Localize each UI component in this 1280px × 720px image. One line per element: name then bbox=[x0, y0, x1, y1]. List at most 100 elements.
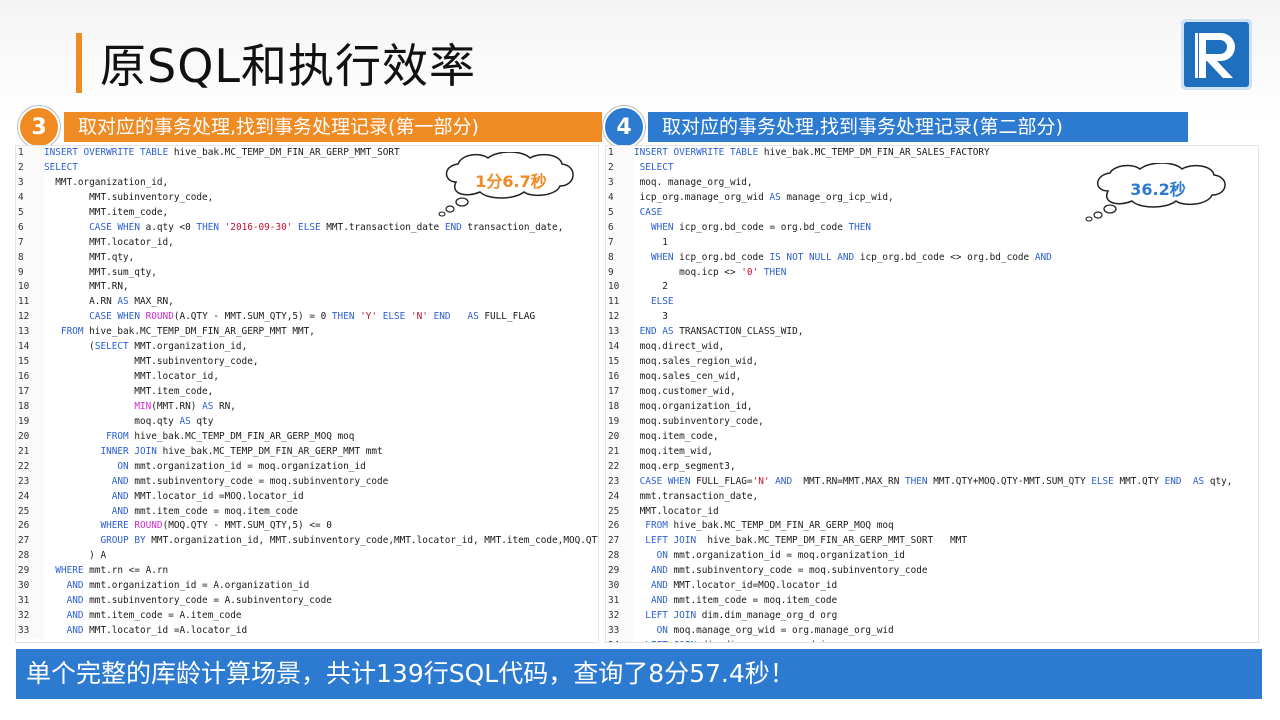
line-number: 32 bbox=[16, 609, 44, 624]
line-number: 29 bbox=[16, 564, 44, 580]
timing-cloud-left: 1分6.7秒 bbox=[436, 152, 586, 217]
code-line: 7 MMT.locator_id, bbox=[16, 235, 598, 251]
code-text: ON mmt.organization_id = moq.organizatio… bbox=[656, 550, 905, 562]
line-number: 4 bbox=[16, 190, 44, 206]
line-number: 18 bbox=[606, 399, 634, 415]
line-number: 3 bbox=[16, 175, 44, 191]
line-number: 25 bbox=[16, 504, 44, 520]
code-text: MIN(MMT.RN) AS RN, bbox=[134, 400, 236, 412]
line-number: 2 bbox=[606, 160, 634, 176]
code-line: 24 mmt.transaction_date, bbox=[606, 489, 1258, 505]
line-number: 23 bbox=[16, 474, 44, 490]
line-number: 19 bbox=[606, 414, 634, 430]
code-text: AND mmt.subinventory_code = moq.subinven… bbox=[650, 565, 928, 577]
code-text: INNER JOIN hive_bak.MC_TEMP_DM_FIN_AR_GE… bbox=[100, 445, 383, 457]
code-text: AND MMT.locator_id =MOQ.locator_id bbox=[111, 490, 304, 502]
section-label-right: 取对应的事务处理,找到事务处理记录(第二部分) bbox=[648, 112, 1188, 142]
line-number: 24 bbox=[606, 489, 634, 505]
line-number: 1 bbox=[16, 146, 44, 161]
timing-value-right: 36.2秒 bbox=[1130, 180, 1186, 199]
code-text: moq.subinventory_code, bbox=[634, 415, 764, 427]
line-number: 3 bbox=[606, 175, 634, 191]
line-number: 16 bbox=[606, 370, 634, 385]
code-text: (SELECT MMT.organization_id, bbox=[44, 341, 248, 353]
code-line: 22 ON mmt.organization_id = moq.organiza… bbox=[16, 459, 598, 475]
code-line: 6 CASE WHEN a.qty <0 THEN '2016-09-30' E… bbox=[16, 220, 598, 236]
line-number: 21 bbox=[16, 444, 44, 460]
section-number-badge: 4 bbox=[603, 106, 645, 148]
code-text: moq.icp <> '0' THEN bbox=[634, 266, 787, 278]
code-line: 32 AND mmt.item_code = A.item_code bbox=[16, 609, 598, 624]
line-number: 15 bbox=[606, 355, 634, 371]
code-line: 25 AND mmt.item_code = moq.item_code bbox=[16, 504, 598, 520]
code-line: 32 LEFT JOIN dim.dim_manage_org_d org bbox=[606, 609, 1258, 624]
code-text: MMT.locator_id, bbox=[44, 236, 174, 248]
code-text: MMT.RN, bbox=[44, 281, 129, 293]
line-number: 32 bbox=[606, 609, 634, 624]
code-line: 23 AND mmt.subinventory_code = moq.subin… bbox=[16, 474, 598, 490]
line-number: 11 bbox=[16, 295, 44, 311]
line-number: 22 bbox=[606, 459, 634, 475]
line-number: 7 bbox=[16, 235, 44, 251]
line-number: 10 bbox=[606, 280, 634, 296]
code-line: 29 WHERE mmt.rn <= A.rn bbox=[16, 564, 598, 580]
code-text: A.RN AS MAX_RN, bbox=[44, 296, 174, 308]
code-text: moq.item_wid, bbox=[634, 445, 714, 457]
line-number: 23 bbox=[606, 474, 634, 490]
section-number-badge: 3 bbox=[18, 106, 60, 148]
code-line: 8 MMT.qty, bbox=[16, 250, 598, 266]
timing-cloud-right: 36.2秒 bbox=[1082, 163, 1234, 223]
code-line: 10 MMT.RN, bbox=[16, 280, 598, 296]
code-line: 18 MIN(MMT.RN) AS RN, bbox=[16, 399, 598, 415]
code-text: AND mmt.item_code = moq.item_code bbox=[650, 595, 838, 607]
code-line: 12 3 bbox=[606, 310, 1258, 326]
code-text: moq.direct_wid, bbox=[634, 341, 725, 353]
line-number: 8 bbox=[606, 250, 634, 266]
code-line: 30 AND mmt.organization_id = A.organizat… bbox=[16, 579, 598, 595]
line-number: 9 bbox=[16, 265, 44, 281]
code-line: 28 ON mmt.organization_id = moq.organiza… bbox=[606, 549, 1258, 565]
line-number: 15 bbox=[16, 355, 44, 371]
code-text: LEFT JOIN hive_bak.MC_TEMP_DM_FIN_AR_GER… bbox=[645, 535, 968, 547]
line-number: 28 bbox=[606, 549, 634, 565]
code-text: MMT.locator_id bbox=[634, 505, 719, 517]
line-number: 30 bbox=[606, 579, 634, 595]
code-line: 34 LEFT JOIN dim.dim_manage_org_d icp_or… bbox=[606, 638, 1258, 642]
code-text: WHEN icp_org.bd_code IS NOT NULL AND icp… bbox=[650, 251, 1052, 263]
code-line: 26 WHERE ROUND(MOQ.QTY - MMT.SUM_QTY,5) … bbox=[16, 519, 598, 535]
code-line: 10 2 bbox=[606, 280, 1258, 296]
code-line: 33 AND MMT.locator_id =A.locator_id bbox=[16, 624, 598, 639]
line-number: 5 bbox=[606, 205, 634, 221]
line-number: 33 bbox=[16, 624, 44, 639]
line-number: 9 bbox=[606, 265, 634, 281]
code-text: moq.item_code, bbox=[634, 430, 719, 442]
code-line: 21 INNER JOIN hive_bak.MC_TEMP_DM_FIN_AR… bbox=[16, 444, 598, 460]
line-number: 24 bbox=[16, 489, 44, 505]
company-r-logo bbox=[1181, 19, 1252, 90]
line-number: 29 bbox=[606, 564, 634, 580]
line-number: 14 bbox=[606, 340, 634, 356]
code-text: AND MMT.locator_id =A.locator_id bbox=[66, 625, 248, 636]
code-line: 16 moq.sales_cen_wid, bbox=[606, 370, 1258, 385]
line-number: 12 bbox=[16, 310, 44, 326]
code-line: 28 ) A bbox=[16, 549, 598, 565]
code-line: 17 moq.customer_wid, bbox=[606, 385, 1258, 400]
code-text: MMT.item_code, bbox=[44, 386, 214, 397]
code-line: 22 moq.erp_segment3, bbox=[606, 459, 1258, 475]
summary-banner: 单个完整的库龄计算场景，共计139行SQL代码，查询了8分57.4秒！ bbox=[16, 649, 1262, 699]
code-line: 20 FROM hive_bak.MC_TEMP_DM_FIN_AR_GERP_… bbox=[16, 429, 598, 445]
code-line: 27 LEFT JOIN hive_bak.MC_TEMP_DM_FIN_AR_… bbox=[606, 534, 1258, 550]
code-text: WHERE mmt.rn <= A.rn bbox=[55, 565, 169, 577]
line-number: 33 bbox=[606, 624, 634, 639]
line-number: 27 bbox=[16, 534, 44, 550]
line-number: 7 bbox=[606, 235, 634, 251]
code-text: GROUP BY MMT.organization_id, MMT.subinv… bbox=[100, 535, 598, 547]
code-text: 2 bbox=[634, 281, 668, 293]
code-text: MMT.subinventory_code, bbox=[44, 356, 259, 368]
code-text: LEFT JOIN dim.dim_manage_org_d org bbox=[645, 610, 838, 622]
code-text: MMT.qty, bbox=[44, 251, 135, 263]
line-number: 2 bbox=[16, 160, 44, 176]
line-number: 20 bbox=[606, 429, 634, 445]
code-text: FROM hive_bak.MC_TEMP_DM_FIN_AR_GERP_MOQ… bbox=[645, 520, 894, 532]
line-number: 20 bbox=[16, 429, 44, 445]
